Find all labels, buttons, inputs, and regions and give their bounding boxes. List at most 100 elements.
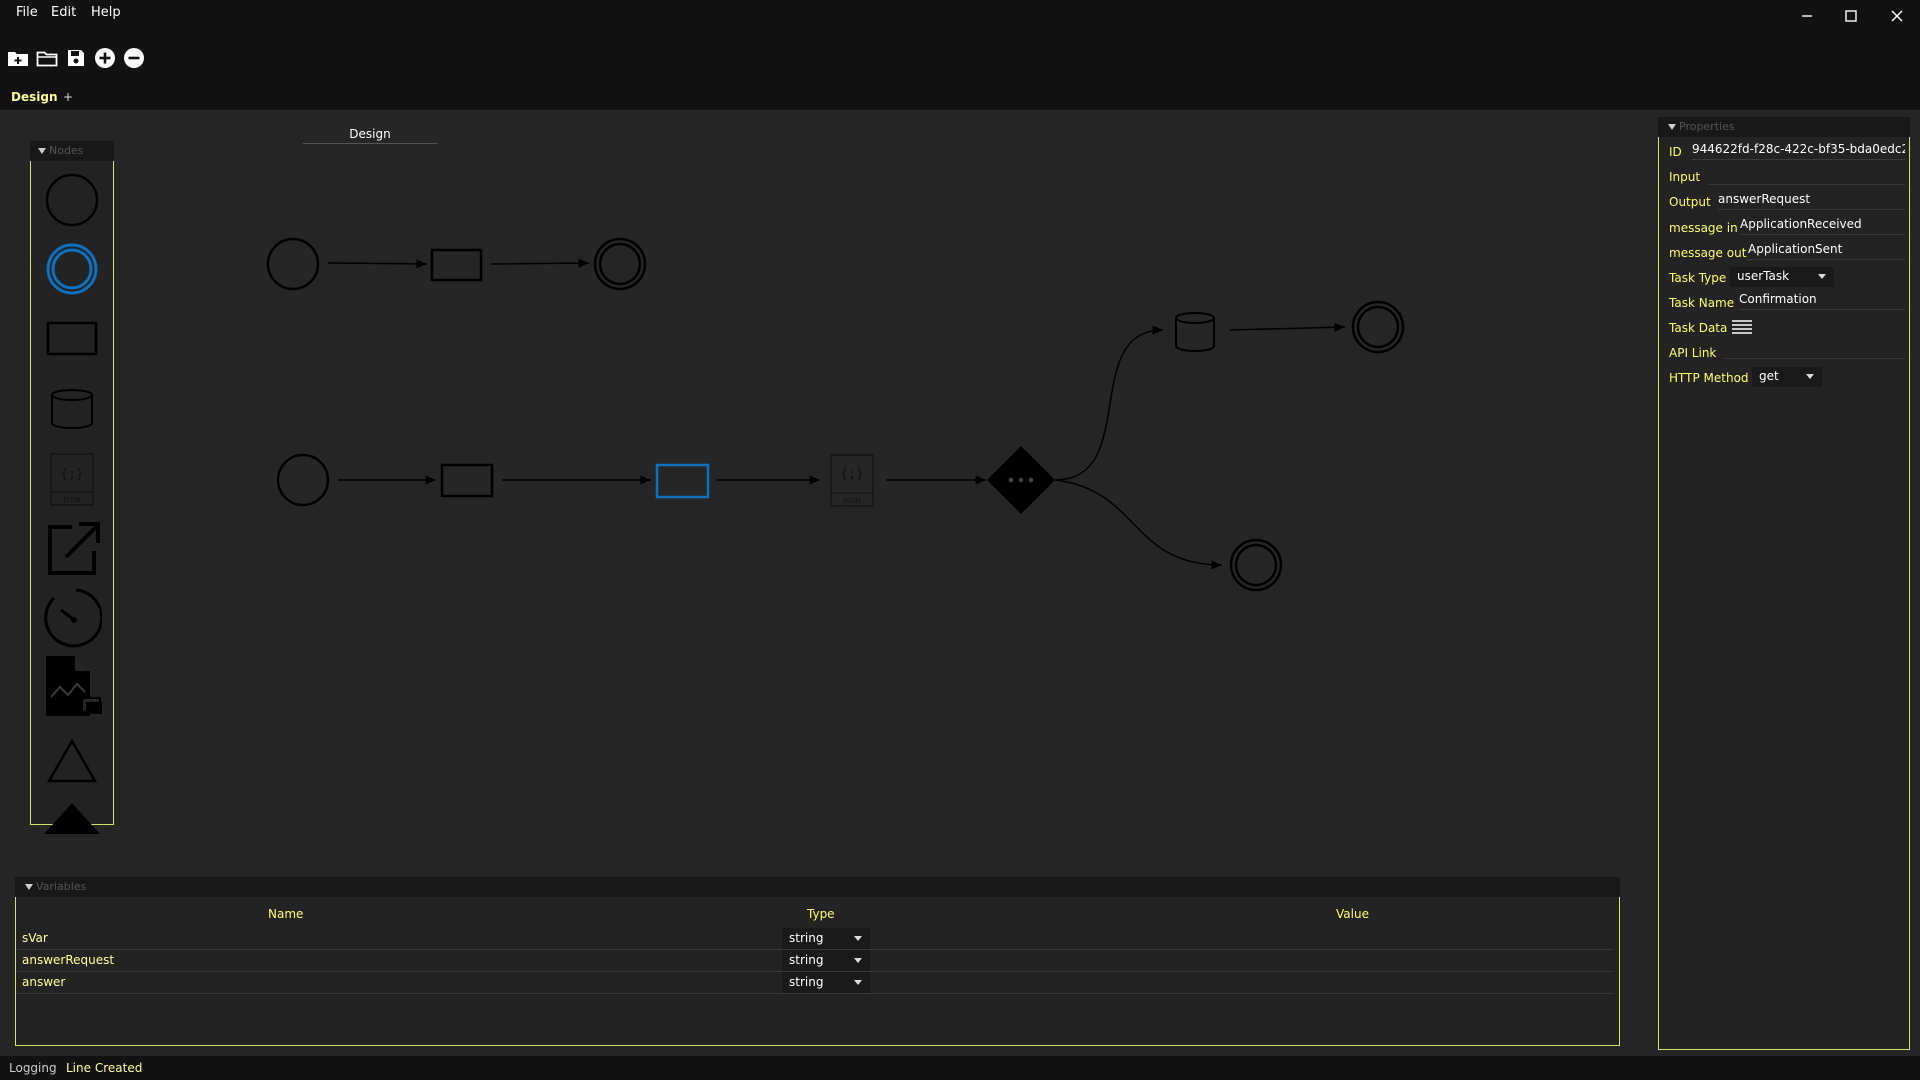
end-event-node[interactable] [1229, 538, 1283, 592]
variable-type-dropdown[interactable]: string [782, 950, 870, 971]
circle-icon [45, 173, 99, 227]
task-node[interactable] [440, 463, 494, 498]
toolbar [0, 32, 1920, 84]
task-data-label: Task Data [1669, 321, 1728, 335]
message-out-label: message out [1669, 246, 1747, 260]
variables-panel-header[interactable]: Variables [15, 877, 1620, 897]
status-message: Line Created [66, 1061, 143, 1075]
variable-type-dropdown[interactable]: string [782, 928, 870, 949]
output-field[interactable]: answerRequest [1718, 192, 1905, 210]
collapse-icon [25, 884, 33, 890]
palette-start-event[interactable] [40, 168, 104, 232]
close-button[interactable] [1875, 0, 1919, 32]
table-row[interactable]: answerRequest string [17, 950, 1613, 972]
external-link-icon [48, 522, 100, 575]
add-tab-button[interactable]: + [63, 90, 73, 104]
input-label: Input [1669, 170, 1701, 184]
sequence-flow[interactable] [1229, 322, 1346, 332]
message-out-field[interactable]: ApplicationSent [1748, 242, 1905, 260]
output-label: Output [1669, 195, 1711, 209]
svg-text:JSON: JSON [842, 497, 860, 505]
end-event-node[interactable] [593, 237, 647, 291]
nodes-panel-header[interactable]: Nodes [30, 141, 114, 161]
selected-user-task-node[interactable] [655, 463, 710, 499]
zoom-out-icon [124, 48, 144, 68]
minimize-icon [1802, 15, 1812, 17]
zoom-in-button[interactable] [93, 46, 117, 70]
task-type-dropdown[interactable]: userTask [1730, 267, 1834, 287]
minimize-button[interactable] [1785, 0, 1829, 32]
column-header-type: Type [807, 907, 835, 921]
list-icon [1732, 320, 1752, 334]
task-name-field[interactable]: Confirmation [1739, 292, 1905, 310]
start-event-node[interactable] [276, 453, 330, 507]
sequence-flow[interactable] [327, 259, 428, 269]
json-node[interactable]: {;} JSON [830, 454, 874, 507]
sequence-flow[interactable] [490, 258, 590, 268]
menu-edit[interactable]: Edit [51, 5, 76, 20]
chevron-down-icon [1806, 374, 1814, 379]
new-file-icon [8, 52, 28, 66]
column-header-value: Value [1336, 907, 1369, 921]
variable-name[interactable]: answer [22, 975, 65, 989]
open-folder-button[interactable] [35, 46, 59, 70]
variable-name[interactable]: sVar [22, 931, 48, 945]
chevron-down-icon [854, 958, 862, 963]
api-link-field[interactable] [1724, 358, 1905, 359]
svg-text:{;}: {;} [840, 467, 863, 482]
task-node[interactable] [430, 248, 483, 282]
end-event-node[interactable] [1351, 300, 1405, 354]
message-in-field[interactable]: ApplicationReceived [1740, 217, 1905, 235]
menu-help[interactable]: Help [91, 5, 121, 20]
id-label: ID [1669, 145, 1682, 159]
variables-panel-title: Variables [36, 880, 87, 893]
triangle-filled-icon [44, 803, 100, 834]
variable-type-dropdown[interactable]: string [782, 972, 870, 993]
task-data-button[interactable] [1731, 319, 1753, 335]
data-store-node[interactable] [1175, 312, 1215, 352]
svg-text:JSON: JSON [62, 496, 80, 504]
menu-file[interactable]: File [16, 5, 38, 20]
palette-filled-triangle[interactable] [40, 782, 104, 846]
save-button[interactable] [64, 46, 88, 70]
palette-timer[interactable] [40, 586, 104, 650]
start-event-node[interactable] [266, 237, 320, 291]
palette-data-store[interactable] [40, 377, 104, 441]
rectangle-icon [46, 321, 98, 356]
palette-external-link[interactable] [40, 516, 104, 580]
properties-panel-title: Properties [1679, 120, 1735, 133]
tab-bar: Design + [0, 84, 1920, 111]
json-icon: {;} JSON [50, 453, 94, 506]
app-window: File Edit Help Design + {;} JSON Design … [0, 0, 1920, 1080]
palette-json[interactable]: {;} JSON [40, 447, 104, 511]
sequence-flow[interactable] [1054, 479, 1223, 570]
maximize-button[interactable] [1829, 0, 1873, 32]
tab-design[interactable]: Design [11, 90, 58, 104]
task-name-label: Task Name [1669, 296, 1735, 310]
variable-name[interactable]: answerRequest [22, 953, 114, 967]
gateway-node[interactable] [987, 446, 1055, 514]
open-folder-icon [36, 51, 58, 67]
nodes-panel-title: Nodes [49, 144, 84, 157]
input-field[interactable] [1708, 184, 1905, 185]
palette-intermediate-event[interactable] [40, 237, 104, 301]
table-row[interactable]: answer string [17, 972, 1613, 994]
new-file-button[interactable] [6, 46, 30, 70]
id-field[interactable]: 944622fd-f28c-422c-bf35-bda0edc2d60 [1692, 142, 1905, 160]
canvas-title: Design [303, 127, 437, 144]
http-method-dropdown[interactable]: get [1752, 367, 1822, 387]
properties-panel-header[interactable]: Properties [1658, 117, 1910, 137]
report-chart-icon [46, 656, 102, 716]
palette-task[interactable] [40, 307, 104, 371]
http-method-label: HTTP Method [1669, 371, 1749, 385]
api-link-label: API Link [1669, 346, 1717, 360]
sequence-flow[interactable] [1054, 325, 1164, 481]
chevron-down-icon [854, 936, 862, 941]
save-icon [68, 50, 84, 66]
maximize-icon [1845, 10, 1857, 22]
table-row[interactable]: sVar string [17, 928, 1613, 950]
palette-report[interactable] [40, 656, 104, 720]
message-in-label: message in [1669, 221, 1738, 235]
zoom-out-button[interactable] [122, 46, 146, 70]
logging-label: Logging [9, 1061, 57, 1075]
